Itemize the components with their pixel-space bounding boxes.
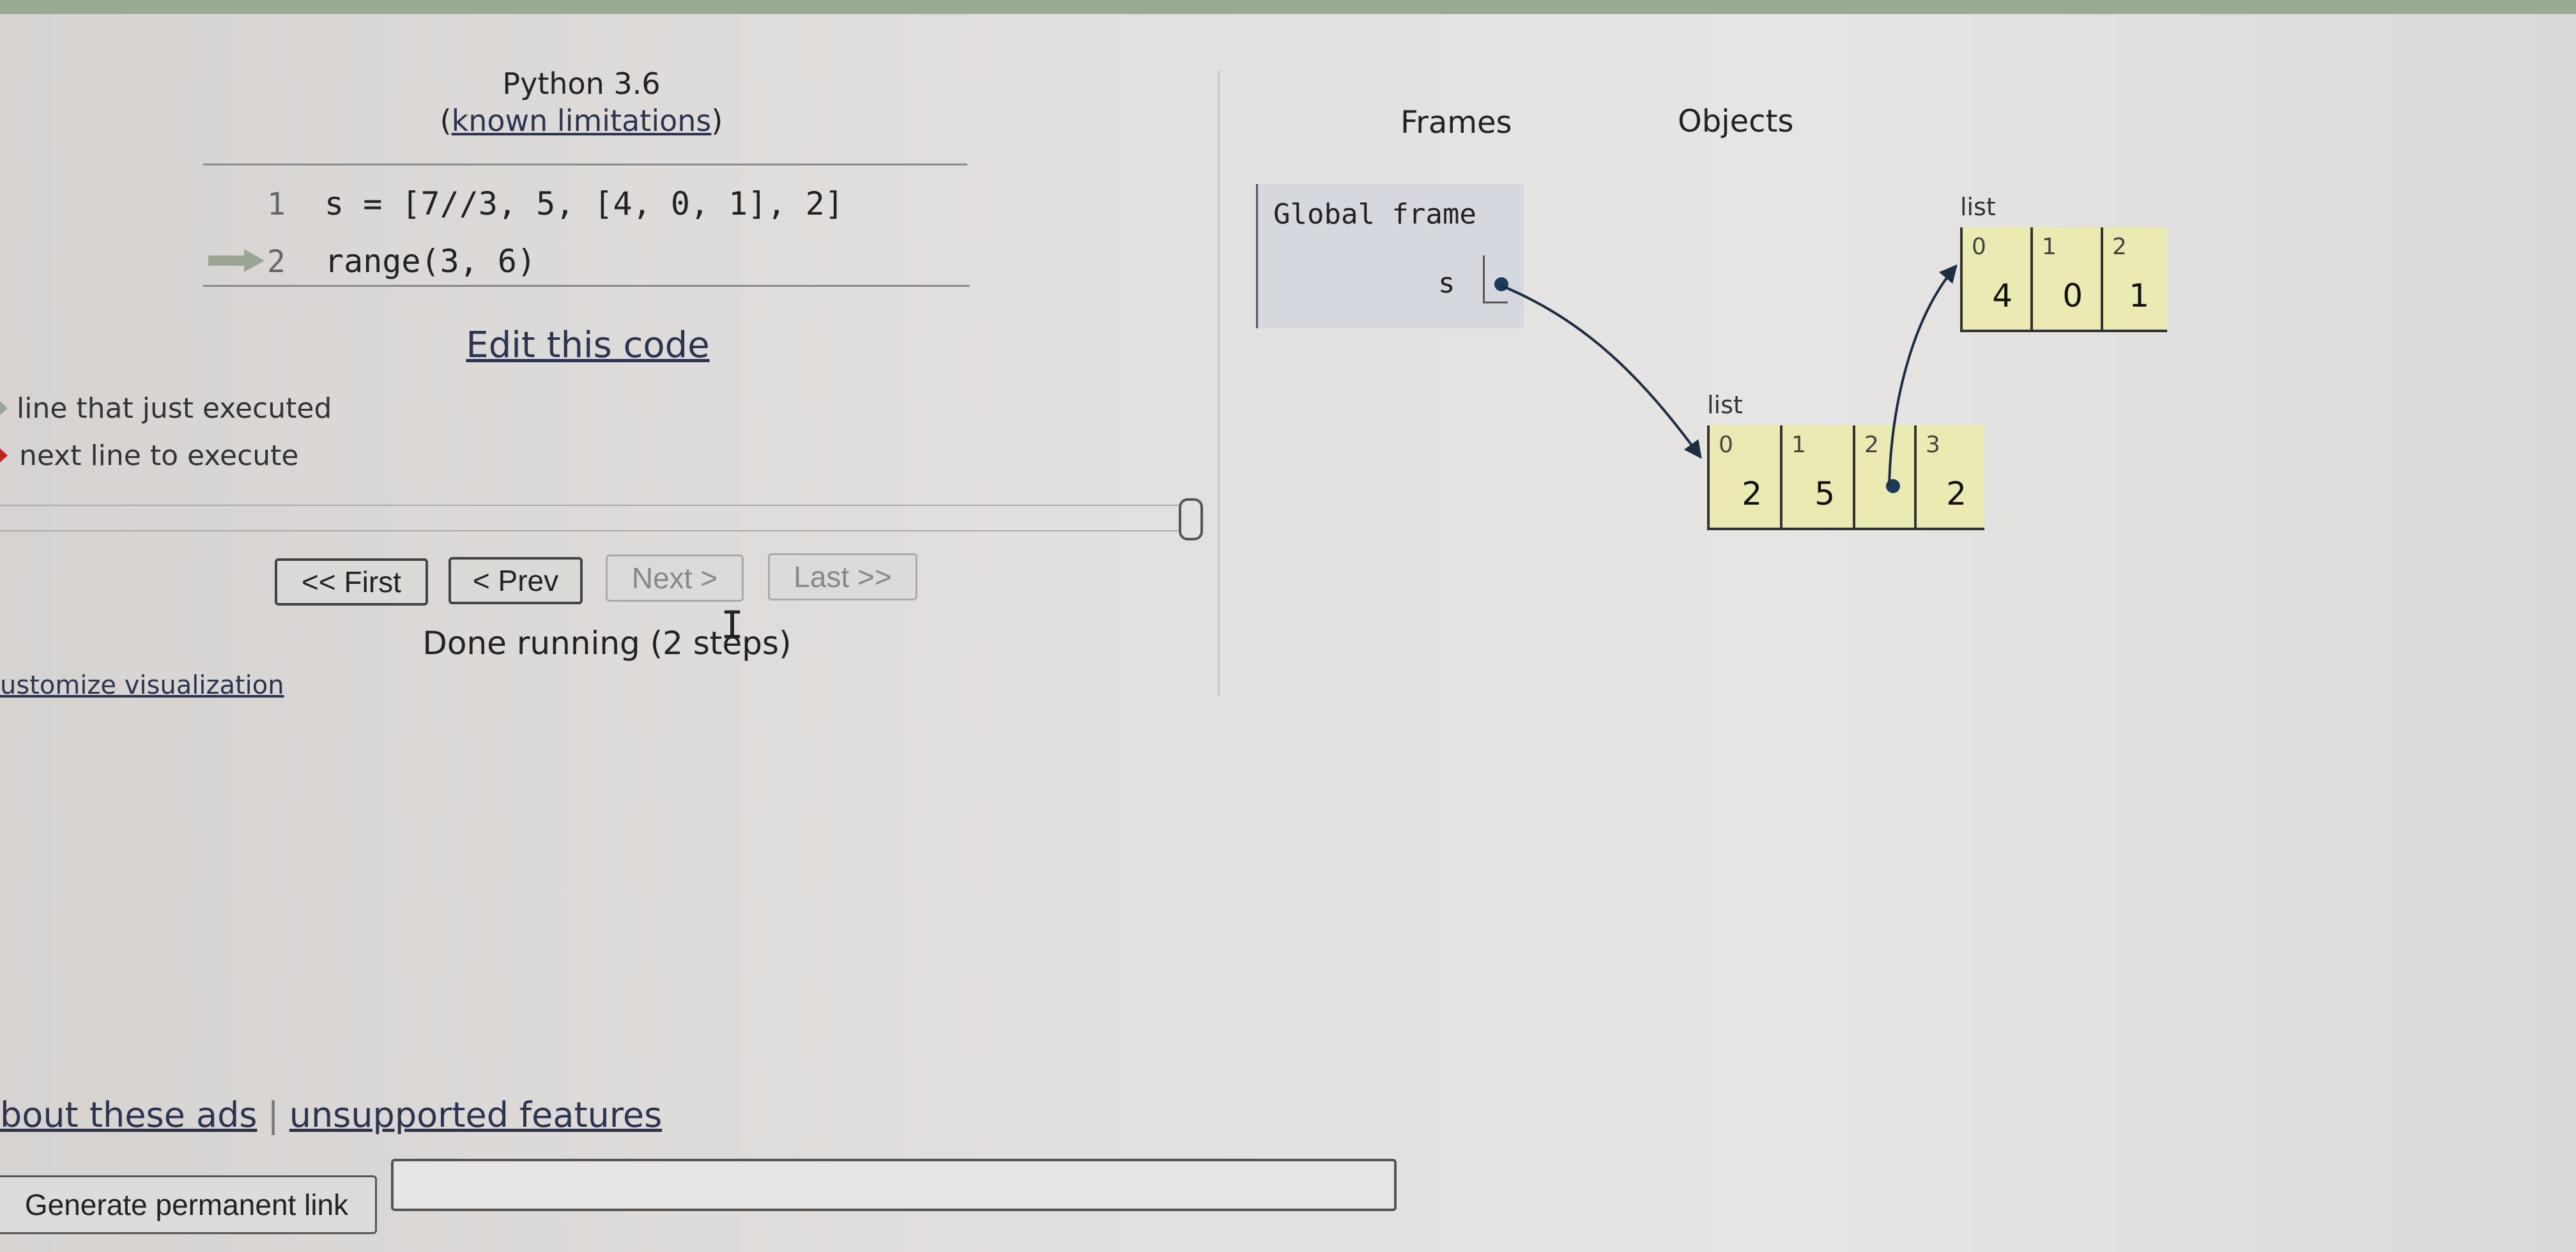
list-cell: 0 4 (1960, 227, 2030, 330)
list-index: 0 (1719, 432, 1733, 458)
footer-links: bout these ads | unsupported features (0, 1095, 662, 1135)
list-index: 0 (1972, 234, 1986, 260)
just-executed-arrow-icon (0, 401, 8, 415)
list-value: 0 (2062, 277, 2083, 314)
prev-button[interactable]: < Prev (448, 557, 583, 604)
list-index: 3 (1926, 432, 1940, 458)
language-title: Python 3.6 (502, 66, 661, 101)
edit-code-link[interactable]: Edit this code (447, 324, 728, 366)
legend-just-executed: line that just executed (17, 392, 332, 425)
step-slider-track[interactable] (0, 505, 1188, 506)
list-object-inner: 0 4 1 0 2 1 (1960, 227, 2167, 332)
next-line-arrow-icon (0, 448, 8, 462)
pointer-dot-icon (1494, 277, 1508, 291)
about-ads-link[interactable]: bout these ads (0, 1095, 257, 1135)
list-index: 1 (2042, 234, 2057, 260)
step-slider-track-lower (0, 530, 1188, 531)
list-cell: 2 1 (2101, 227, 2167, 330)
list-index: 1 (1791, 432, 1806, 458)
list-value: 1 (2129, 277, 2149, 314)
last-button[interactable]: Last >> (768, 553, 917, 600)
permalink-field[interactable] (391, 1159, 1397, 1211)
list-value: 4 (1992, 277, 2012, 314)
list-index: 2 (1864, 432, 1879, 458)
line-number: 2 (267, 244, 286, 280)
next-button[interactable]: Next > (606, 554, 744, 602)
list-value: 5 (1814, 475, 1835, 512)
objects-header: Objects (1678, 103, 1794, 139)
variable-name: s (1438, 267, 1455, 300)
code-bottom-rule (203, 285, 970, 287)
legend-next-line: next line to execute (19, 439, 299, 472)
first-button[interactable]: << First (275, 558, 428, 606)
edit-code-link-text[interactable]: Edit this code (466, 324, 709, 366)
list-cell: 0 2 (1707, 425, 1780, 528)
global-frame-title: Global frame (1273, 198, 1476, 231)
global-frame: Global frame s (1256, 184, 1524, 328)
list-label: list (1707, 391, 1743, 419)
limitations-open-paren: ( (440, 103, 452, 138)
code-line: range(3, 6) (325, 243, 537, 280)
top-bezel (0, 0, 2576, 14)
line-number: 1 (267, 187, 286, 222)
pointer-arrow-s-to-list (1499, 284, 1702, 459)
customize-visualization-link[interactable]: ustomize visualization (0, 671, 284, 700)
list-cell: 1 5 (1780, 425, 1853, 528)
run-status: Done running (2 steps) (422, 625, 792, 662)
generate-permalink-button[interactable]: Generate permanent link (0, 1175, 377, 1234)
text-cursor-icon: I (721, 603, 744, 648)
current-line-arrow-icon (208, 249, 264, 272)
customize-link-text[interactable]: ustomize visualization (0, 671, 284, 700)
list-value: 2 (1742, 475, 1762, 512)
list-cell: 1 0 (2030, 227, 2101, 330)
list-cell: 2 (1853, 425, 1914, 528)
step-slider-handle[interactable] (1179, 498, 1203, 540)
unsupported-features-link[interactable]: unsupported features (289, 1095, 663, 1135)
pointer-dot-icon (1886, 479, 1900, 493)
footer-separator: | (267, 1095, 279, 1135)
list-cell: 3 2 (1914, 425, 1984, 528)
list-label: list (1960, 193, 1996, 221)
list-value: 2 (1946, 475, 1966, 512)
code-line: s = [7//3, 5, [4, 0, 1], 2] (325, 185, 844, 222)
code-top-rule (203, 164, 967, 165)
list-index: 2 (2112, 234, 2127, 260)
known-limitations-link[interactable]: known limitations (452, 103, 712, 138)
list-object-outer: 0 2 1 5 2 3 2 (1707, 425, 1984, 530)
frames-header: Frames (1400, 105, 1512, 141)
panel-divider (1218, 70, 1220, 696)
limitations-close-paren: ) (711, 103, 723, 138)
limitations-line: (known limitations) (383, 103, 779, 138)
